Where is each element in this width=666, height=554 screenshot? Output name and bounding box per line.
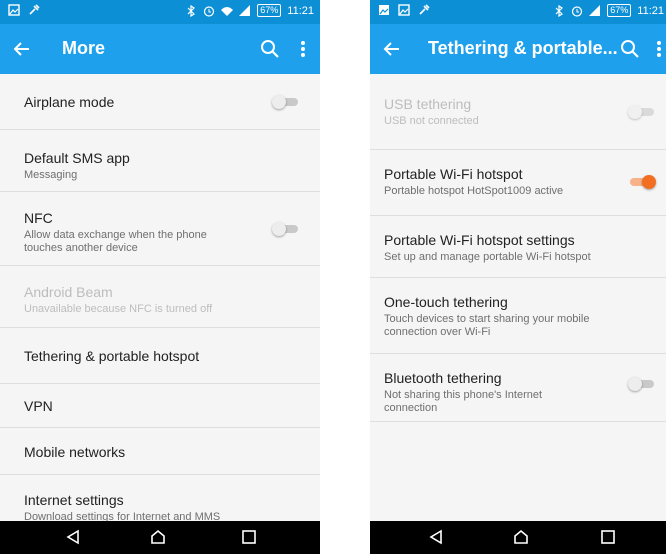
bluetooth-icon xyxy=(185,4,197,17)
gallery-icon xyxy=(398,4,410,16)
list-item-hotspot-settings[interactable]: Portable Wi-Fi hotspot settings Set up a… xyxy=(370,216,666,278)
recents-icon[interactable] xyxy=(600,529,616,545)
overflow-menu-icon[interactable] xyxy=(298,37,308,61)
back-arrow-icon[interactable] xyxy=(10,37,34,61)
status-bar: 67% 11:21 xyxy=(0,0,320,24)
item-subtitle: Not sharing this phone's Internet connec… xyxy=(384,389,543,414)
item-title: Mobile networks xyxy=(24,444,126,460)
status-time: 11:21 xyxy=(637,4,664,17)
item-subtitle: Unavailable because NFC is turned off xyxy=(24,303,213,315)
list-item-vpn[interactable]: VPN xyxy=(0,384,320,428)
wrench-icon xyxy=(418,4,430,16)
nfc-switch[interactable] xyxy=(272,222,300,236)
item-subtitle: Set up and manage portable Wi-Fi hotspot xyxy=(384,251,591,263)
search-icon[interactable] xyxy=(618,37,642,61)
signal-icon xyxy=(239,4,251,17)
list-item-airplane-mode[interactable]: Airplane mode xyxy=(0,74,320,130)
toolbar: More xyxy=(0,24,320,74)
navigation-bar xyxy=(370,521,666,554)
page-title: Tethering & portable... xyxy=(428,38,618,58)
item-title: Portable Wi-Fi hotspot xyxy=(384,166,523,182)
alarm-icon xyxy=(571,5,583,17)
item-title: Internet settings xyxy=(24,492,124,508)
overflow-menu-icon[interactable] xyxy=(654,37,664,61)
list-item-mobile-networks[interactable]: Mobile networks xyxy=(0,428,320,475)
settings-list: Airplane mode Default SMS app Messaging … xyxy=(0,74,320,535)
image-icon xyxy=(378,4,390,16)
toolbar: Tethering & portable... xyxy=(370,24,666,74)
page-title: More xyxy=(62,38,106,58)
list-item-nfc[interactable]: NFC Allow data exchange when the phone t… xyxy=(0,192,320,266)
wrench-icon xyxy=(28,4,40,16)
list-item-default-sms[interactable]: Default SMS app Messaging xyxy=(0,130,320,192)
back-arrow-icon[interactable] xyxy=(380,37,404,61)
wifi-icon xyxy=(221,5,234,17)
item-subtitle: Portable hotspot HotSpot1009 active xyxy=(384,185,564,197)
home-icon[interactable] xyxy=(150,529,166,545)
item-subtitle: Allow data exchange when the phone touch… xyxy=(24,229,207,254)
item-subtitle: USB not connected xyxy=(384,115,479,127)
back-icon[interactable] xyxy=(65,529,81,545)
status-time: 11:21 xyxy=(287,4,314,17)
item-subtitle: Messaging xyxy=(24,169,78,181)
bluetooth-icon xyxy=(553,4,565,17)
alarm-icon xyxy=(203,5,215,17)
list-item-android-beam: Android Beam Unavailable because NFC is … xyxy=(0,266,320,328)
list-item-wifi-hotspot[interactable]: Portable Wi-Fi hotspot Portable hotspot … xyxy=(370,150,666,216)
item-title: Android Beam xyxy=(24,284,113,300)
item-title: One-touch tethering xyxy=(384,294,508,310)
search-icon[interactable] xyxy=(258,37,282,61)
item-title: Portable Wi-Fi hotspot settings xyxy=(384,232,575,248)
list-item-usb-tethering: USB tethering USB not connected xyxy=(370,74,666,150)
item-subtitle: Touch devices to start sharing your mobi… xyxy=(384,313,590,338)
battery-icon: 67% xyxy=(607,4,632,17)
item-title: VPN xyxy=(24,398,53,414)
list-item-one-touch-tethering[interactable]: One-touch tethering Touch devices to sta… xyxy=(370,278,666,354)
usb-tethering-switch xyxy=(628,105,656,119)
home-icon[interactable] xyxy=(513,529,529,545)
recents-icon[interactable] xyxy=(241,529,257,545)
phone-screen-tethering: 67% 11:21 Tethering & portable... USB te… xyxy=(370,0,666,554)
list-item-bluetooth-tethering[interactable]: Bluetooth tethering Not sharing this pho… xyxy=(370,354,666,422)
status-bar: 67% 11:21 xyxy=(370,0,666,24)
item-title: Default SMS app xyxy=(24,150,130,166)
airplane-mode-switch[interactable] xyxy=(272,95,300,109)
list-item-tethering[interactable]: Tethering & portable hotspot xyxy=(0,328,320,384)
navigation-bar xyxy=(0,521,320,554)
item-title: USB tethering xyxy=(384,96,472,112)
item-title: Airplane mode xyxy=(24,94,115,110)
bluetooth-tethering-switch[interactable] xyxy=(628,377,656,391)
battery-icon: 67% xyxy=(257,4,282,17)
item-title: Tethering & portable hotspot xyxy=(24,348,200,364)
tethering-list: USB tethering USB not connected Portable… xyxy=(370,74,666,422)
back-icon[interactable] xyxy=(428,529,444,545)
signal-icon xyxy=(589,4,601,17)
phone-screen-more: 67% 11:21 More Airplane mode Default SMS… xyxy=(0,0,320,554)
image-icon xyxy=(8,4,20,16)
item-title: NFC xyxy=(24,210,53,226)
item-title: Bluetooth tethering xyxy=(384,370,502,386)
wifi-hotspot-switch[interactable] xyxy=(628,175,656,189)
